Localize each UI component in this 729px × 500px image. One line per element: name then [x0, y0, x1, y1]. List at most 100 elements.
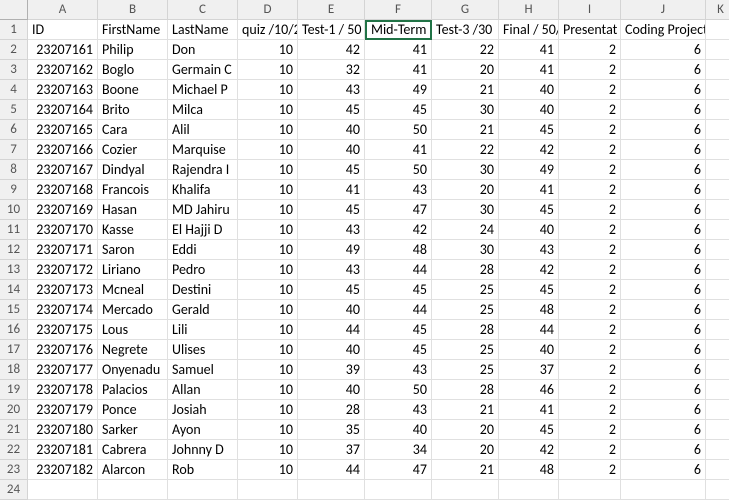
cell-C23[interactable]: Rob: [168, 460, 238, 480]
cell-E10[interactable]: 45: [298, 200, 365, 220]
cell-C8[interactable]: Rajendra I: [168, 160, 238, 180]
cell-F23[interactable]: 47: [365, 460, 432, 480]
cell-C18[interactable]: Samuel: [168, 360, 238, 380]
cell-K3[interactable]: [706, 60, 729, 80]
cell-G17[interactable]: 25: [432, 340, 499, 360]
cell-F2[interactable]: 41: [365, 40, 432, 60]
row-header-3[interactable]: 3: [0, 60, 28, 80]
cell-F17[interactable]: 45: [365, 340, 432, 360]
cell-J23[interactable]: 6: [621, 460, 706, 480]
cell-I7[interactable]: 2: [559, 140, 621, 160]
row-header-19[interactable]: 19: [0, 380, 28, 400]
cell-C2[interactable]: Don: [168, 40, 238, 60]
cell-C17[interactable]: Ulises: [168, 340, 238, 360]
cell-A16[interactable]: 23207175: [28, 320, 98, 340]
cell-F13[interactable]: 44: [365, 260, 432, 280]
cell-I23[interactable]: 2: [559, 460, 621, 480]
cell-D3[interactable]: 10: [238, 60, 298, 80]
row-header-17[interactable]: 17: [0, 340, 28, 360]
cell-H14[interactable]: 45: [499, 280, 559, 300]
cell-D24[interactable]: [238, 480, 298, 500]
cell-A8[interactable]: 23207167: [28, 160, 98, 180]
cell-H3[interactable]: 41: [499, 60, 559, 80]
cell-H7[interactable]: 42: [499, 140, 559, 160]
cell-G11[interactable]: 24: [432, 220, 499, 240]
cell-C12[interactable]: Eddi: [168, 240, 238, 260]
cell-I18[interactable]: 2: [559, 360, 621, 380]
cell-J19[interactable]: 6: [621, 380, 706, 400]
cell-A6[interactable]: 23207165: [28, 120, 98, 140]
cell-A20[interactable]: 23207179: [28, 400, 98, 420]
row-header-12[interactable]: 12: [0, 240, 28, 260]
cell-B16[interactable]: Lous: [98, 320, 168, 340]
cell-E23[interactable]: 44: [298, 460, 365, 480]
cell-I9[interactable]: 2: [559, 180, 621, 200]
cell-G9[interactable]: 20: [432, 180, 499, 200]
cell-I20[interactable]: 2: [559, 400, 621, 420]
row-header-15[interactable]: 15: [0, 300, 28, 320]
cell-B9[interactable]: Francois: [98, 180, 168, 200]
cell-E20[interactable]: 28: [298, 400, 365, 420]
col-header-J[interactable]: J: [621, 0, 706, 20]
cell-K13[interactable]: [706, 260, 729, 280]
cell-I21[interactable]: 2: [559, 420, 621, 440]
cell-B24[interactable]: [98, 480, 168, 500]
cell-G14[interactable]: 25: [432, 280, 499, 300]
cell-B12[interactable]: Saron: [98, 240, 168, 260]
header-cell-F[interactable]: Mid-Term: [365, 20, 432, 40]
cell-K18[interactable]: [706, 360, 729, 380]
cell-C3[interactable]: Germain C: [168, 60, 238, 80]
cell-G13[interactable]: 28: [432, 260, 499, 280]
cell-D11[interactable]: 10: [238, 220, 298, 240]
cell-F16[interactable]: 45: [365, 320, 432, 340]
cell-K2[interactable]: [706, 40, 729, 60]
cell-H8[interactable]: 49: [499, 160, 559, 180]
cell-J7[interactable]: 6: [621, 140, 706, 160]
cell-B20[interactable]: Ponce: [98, 400, 168, 420]
cell-I10[interactable]: 2: [559, 200, 621, 220]
cell-D17[interactable]: 10: [238, 340, 298, 360]
spreadsheet-grid[interactable]: ABCDEFGHIJK1IDFirstNameLastNamequiz /10/…: [0, 0, 729, 500]
row-header-22[interactable]: 22: [0, 440, 28, 460]
cell-A9[interactable]: 23207168: [28, 180, 98, 200]
cell-A10[interactable]: 23207169: [28, 200, 98, 220]
cell-I15[interactable]: 2: [559, 300, 621, 320]
cell-C7[interactable]: Marquise: [168, 140, 238, 160]
header-cell-G[interactable]: Test-3 /30: [432, 20, 499, 40]
cell-I24[interactable]: [559, 480, 621, 500]
cell-F8[interactable]: 50: [365, 160, 432, 180]
cell-B11[interactable]: Kasse: [98, 220, 168, 240]
cell-G15[interactable]: 25: [432, 300, 499, 320]
cell-D15[interactable]: 10: [238, 300, 298, 320]
cell-H5[interactable]: 40: [499, 100, 559, 120]
cell-K20[interactable]: [706, 400, 729, 420]
row-header-8[interactable]: 8: [0, 160, 28, 180]
cell-H15[interactable]: 48: [499, 300, 559, 320]
cell-I3[interactable]: 2: [559, 60, 621, 80]
row-header-2[interactable]: 2: [0, 40, 28, 60]
row-header-7[interactable]: 7: [0, 140, 28, 160]
cell-F20[interactable]: 43: [365, 400, 432, 420]
cell-F4[interactable]: 49: [365, 80, 432, 100]
cell-J10[interactable]: 6: [621, 200, 706, 220]
cell-K9[interactable]: [706, 180, 729, 200]
cell-E5[interactable]: 45: [298, 100, 365, 120]
cell-A24[interactable]: [28, 480, 98, 500]
cell-I6[interactable]: 2: [559, 120, 621, 140]
cell-B4[interactable]: Boone: [98, 80, 168, 100]
cell-C14[interactable]: Destini: [168, 280, 238, 300]
cell-B22[interactable]: Cabrera: [98, 440, 168, 460]
cell-E7[interactable]: 40: [298, 140, 365, 160]
cell-B7[interactable]: Cozier: [98, 140, 168, 160]
cell-G4[interactable]: 21: [432, 80, 499, 100]
col-header-K[interactable]: K: [706, 0, 729, 20]
cell-B17[interactable]: Negrete: [98, 340, 168, 360]
cell-G18[interactable]: 25: [432, 360, 499, 380]
col-header-I[interactable]: I: [559, 0, 621, 20]
cell-G6[interactable]: 21: [432, 120, 499, 140]
cell-J14[interactable]: 6: [621, 280, 706, 300]
cell-D7[interactable]: 10: [238, 140, 298, 160]
cell-H18[interactable]: 37: [499, 360, 559, 380]
cell-A19[interactable]: 23207178: [28, 380, 98, 400]
cell-H2[interactable]: 41: [499, 40, 559, 60]
